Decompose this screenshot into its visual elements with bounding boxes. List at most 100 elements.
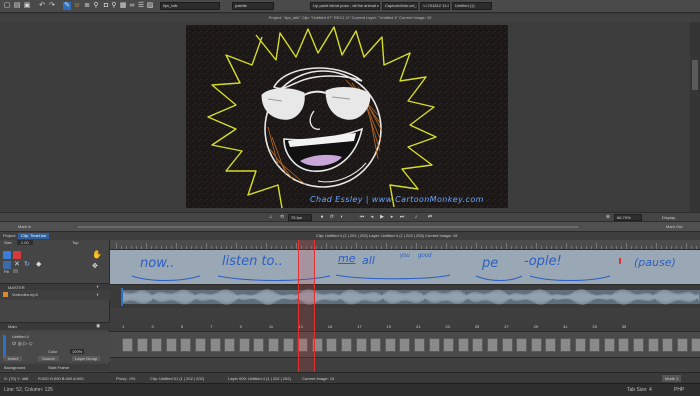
exposure-cell[interactable]: [180, 338, 192, 352]
exposure-cell[interactable]: [253, 338, 265, 352]
exposure-cell[interactable]: [487, 338, 498, 352]
exposure-cell[interactable]: [282, 338, 294, 352]
undo-icon[interactable]: ↶: [38, 2, 46, 10]
frame-number[interactable]: 3: [151, 324, 153, 329]
audio-track-header[interactable]: Vorbodes.mp3 ◖: [0, 290, 110, 300]
first-frame-icon[interactable]: ⏮: [358, 214, 366, 221]
frame-field[interactable]: <<701612 11:24: [420, 2, 450, 10]
audio-waveform-track[interactable]: [110, 284, 700, 308]
fill-bucket-icon[interactable]: ◆: [36, 260, 41, 268]
frame-number[interactable]: 27: [504, 324, 508, 329]
image-icon[interactable]: ▨: [146, 2, 154, 10]
master-track-header[interactable]: MASTER ◖: [0, 283, 110, 290]
tab-size[interactable]: Tab Size: 4: [627, 384, 652, 396]
frame-number[interactable]: 1: [122, 324, 124, 329]
frame-number[interactable]: 31: [563, 324, 567, 329]
zoom-fit-icon[interactable]: ⊕: [604, 214, 612, 221]
exposure-cell[interactable]: [122, 338, 133, 352]
frame-number[interactable]: 33: [592, 324, 596, 329]
exposure-cell[interactable]: [574, 338, 586, 352]
eraser-icon[interactable]: ✕: [14, 260, 20, 268]
exposure-cell[interactable]: [414, 338, 425, 352]
pin-icon[interactable]: ⚲: [92, 2, 100, 10]
exposure-cell[interactable]: [530, 338, 542, 352]
mode-selector[interactable]: Mode 1: [662, 375, 682, 382]
lasso-icon[interactable]: ↻: [24, 260, 30, 268]
playhead-right[interactable]: [314, 240, 315, 372]
frame-number[interactable]: 9: [240, 324, 242, 329]
sync-icon[interactable]: ⇄: [426, 214, 434, 221]
exposure-cell[interactable]: [341, 338, 352, 352]
source-button[interactable]: Source: [38, 356, 59, 361]
open-folder-icon[interactable]: ▤: [13, 2, 21, 10]
next-frame-icon[interactable]: ▸: [388, 214, 396, 221]
home-icon[interactable]: ⌂: [268, 214, 274, 221]
exposure-cell[interactable]: [633, 338, 644, 352]
search-icon[interactable]: ⚲: [110, 2, 118, 10]
exposure-cell[interactable]: [603, 338, 615, 352]
record-icon[interactable]: ●: [318, 214, 326, 221]
exposure-cell[interactable]: [224, 338, 236, 352]
frame-number[interactable]: 23: [445, 324, 449, 329]
rotate-icon[interactable]: ⟲: [278, 214, 286, 221]
exposure-cell[interactable]: [209, 338, 221, 352]
exposure-cell[interactable]: [428, 338, 440, 352]
drawing-canvas[interactable]: Chad Essley | www.CartoonMonkey.com: [186, 25, 508, 208]
exposure-cell[interactable]: [326, 338, 338, 352]
exposure-cell[interactable]: [691, 338, 700, 352]
last-frame-icon[interactable]: ⏭: [398, 214, 406, 221]
exposure-cell[interactable]: [501, 338, 513, 352]
link-icon[interactable]: ∞: [128, 2, 136, 10]
prev-frame-icon[interactable]: ◂: [368, 214, 376, 221]
timeline-ruler[interactable]: [110, 240, 700, 250]
layer-name[interactable]: Untitled 4: [12, 334, 29, 339]
viewport-scrollbar[interactable]: [690, 22, 700, 212]
insert-button[interactable]: Insert: [4, 356, 23, 361]
grid-icon[interactable]: ▦: [119, 2, 127, 10]
layer-field[interactable]: Lip paint blend pose - all the animal ch…: [310, 2, 380, 10]
color-swatch-red[interactable]: [13, 251, 21, 259]
frame-number[interactable]: 7: [210, 324, 212, 329]
language-mode[interactable]: PHP: [674, 384, 684, 396]
background-cell-row[interactable]: [110, 358, 700, 372]
tab-timeline[interactable]: Clip: TimeLine: [18, 233, 50, 239]
exposure-cell[interactable]: [370, 338, 382, 352]
exposure-cell[interactable]: [238, 338, 250, 352]
scrub-bar[interactable]: Mark in Mark Out: [0, 222, 700, 232]
background-value[interactable]: Start Frame: [48, 365, 69, 370]
hand-tool-icon[interactable]: ✋: [92, 250, 102, 259]
scrollbar-thumb[interactable]: [692, 60, 698, 90]
lipsync-track[interactable]: now.. listen to.. me all you good pe -op…: [110, 250, 700, 284]
exposure-cell[interactable]: [662, 338, 674, 352]
camera-icon[interactable]: ◘: [102, 2, 110, 10]
exposure-cell[interactable]: [355, 338, 367, 352]
size-input[interactable]: 1.00: [16, 240, 33, 245]
exposure-cell[interactable]: [618, 338, 630, 352]
exposure-cell[interactable]: [472, 338, 484, 352]
exposure-cell[interactable]: [165, 338, 177, 352]
exposure-cell-row[interactable]: [110, 332, 700, 358]
audio-icon[interactable]: ♪: [412, 214, 420, 221]
exposure-cell[interactable]: [151, 338, 163, 352]
zoom-value-field[interactable]: 66.79%: [614, 214, 642, 221]
save-icon[interactable]: ▣: [23, 2, 31, 10]
frame-number[interactable]: 5: [181, 324, 183, 329]
scene-field[interactable]: lips_talk: [160, 2, 220, 10]
mute-icon[interactable]: ◖: [96, 292, 99, 298]
fill-dropdown[interactable]: [13, 269, 19, 273]
brush-tool-swatch[interactable]: [3, 261, 11, 269]
smiley-tool-icon[interactable]: ☺: [73, 2, 81, 10]
frame-number[interactable]: 15: [328, 324, 332, 329]
exposure-cell[interactable]: [268, 338, 279, 352]
playhead-left[interactable]: [298, 240, 299, 372]
redo-icon[interactable]: ↷: [48, 2, 56, 10]
exposure-cell[interactable]: [457, 338, 469, 352]
opacity-field[interactable]: 100%: [70, 349, 85, 354]
exposure-cell[interactable]: [676, 338, 688, 352]
list-icon[interactable]: ☰: [137, 2, 145, 10]
exposure-cell[interactable]: [384, 338, 396, 352]
frame-number[interactable]: 35: [622, 324, 626, 329]
mark-in-label[interactable]: Mark in: [18, 224, 31, 229]
layer-group-button[interactable]: Layer Group: [72, 356, 101, 361]
play-icon[interactable]: ▶: [378, 214, 386, 221]
